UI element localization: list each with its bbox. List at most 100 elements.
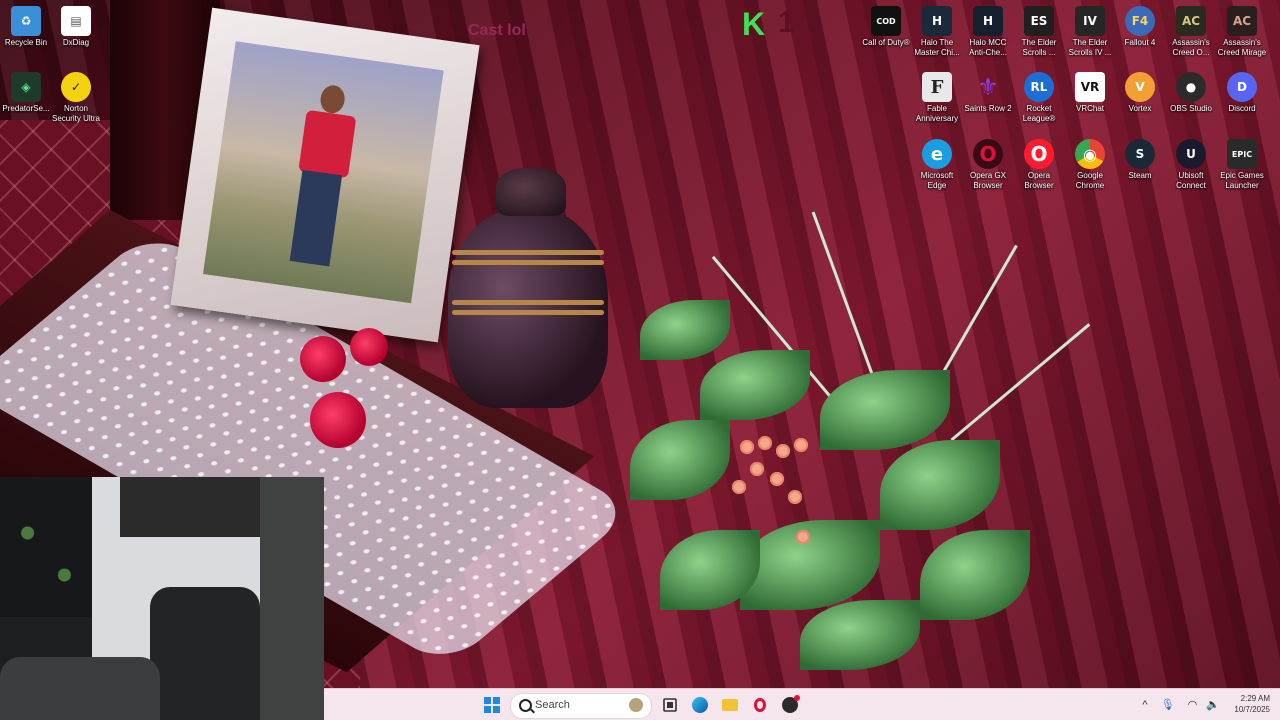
desktop-icon-label: Opera Browser	[1024, 171, 1054, 190]
plant-flower	[770, 472, 784, 486]
desktop-icon-assassins-creed-mirage[interactable]: AC Assassin's Creed Mirage	[1216, 2, 1268, 68]
desktop-icon-vortex[interactable]: V Vortex	[1114, 68, 1166, 134]
chevron-up-icon[interactable]: ^	[1142, 699, 1147, 711]
urn-band	[452, 250, 604, 255]
desktop-icon-epic-games[interactable]: EPIC Epic Games Launcher	[1216, 135, 1268, 201]
obs-taskbar-button[interactable]	[780, 695, 800, 715]
task-view-button[interactable]	[660, 695, 680, 715]
plant-flower	[758, 436, 772, 450]
plant-leaf	[630, 420, 730, 500]
desktop-icon-fallout-4[interactable]: F4 Fallout 4	[1114, 2, 1166, 68]
desktop-icon-google-chrome[interactable]: ◉ Google Chrome	[1064, 135, 1116, 201]
desktop-icon-norton[interactable]: ✓ Norton Security Ultra	[50, 68, 102, 134]
fable-icon: F	[922, 72, 952, 102]
desktop-icon-opera[interactable]: O Opera Browser	[1013, 135, 1065, 201]
desktop-icon-opera-gx[interactable]: O Opera GX Browser	[962, 135, 1014, 201]
desktop-icon-microsoft-edge[interactable]: e Microsoft Edge	[911, 135, 963, 201]
taskbar-clock[interactable]: 2:29 AM 10/7/2025	[1234, 693, 1270, 715]
desktop-icon-recycle-bin[interactable]: ♻ Recycle Bin	[0, 2, 52, 68]
desktop-icon-label: PredatorSe...	[2, 104, 50, 113]
desktop-icon-elder-scrolls[interactable]: ES The Elder Scrolls ...	[1013, 2, 1065, 68]
desktop-icon-dxdiag[interactable]: ▤ DxDiag	[50, 2, 102, 68]
clock-date: 10/7/2025	[1234, 705, 1270, 714]
plant-leaf	[700, 350, 810, 420]
desktop-icon-label: Epic Games Launcher	[1220, 171, 1264, 190]
desktop-icon-label: Assassin's Creed O...	[1172, 38, 1210, 57]
urn-band	[452, 300, 604, 305]
plant-leaf	[880, 440, 1000, 530]
desktop-icon-assassins-creed-odyssey[interactable]: AC Assassin's Creed O...	[1165, 2, 1217, 68]
start-button[interactable]	[482, 695, 502, 715]
discord-icon: D	[1227, 72, 1257, 102]
webcam-wall-hanging	[120, 477, 260, 537]
k-logo-number: 1	[778, 6, 795, 39]
plant-leaf	[920, 530, 1030, 620]
desktop-icon-label: VRChat	[1075, 104, 1104, 113]
desktop-icon-discord[interactable]: D Discord	[1216, 68, 1268, 134]
plant-flower	[732, 480, 746, 494]
photo-person-shirt	[298, 109, 357, 179]
desktop-icon-halo-mcc[interactable]: H Halo The Master Chi...	[911, 2, 963, 68]
opera-icon: O	[1024, 139, 1054, 169]
desktop-icon-halo-anticheat[interactable]: H Halo MCC Anti-Che...	[962, 2, 1014, 68]
assassins-creed-mirage-icon: AC	[1227, 6, 1257, 36]
halo-mcc-icon: H	[973, 6, 1003, 36]
recycle-bin-icon: ♻	[11, 6, 41, 36]
search-placeholder: Search	[535, 699, 570, 711]
desktop-icon-saints-row[interactable]: ⚜ Saints Row 2	[962, 68, 1014, 134]
windows-start-icon	[484, 697, 500, 713]
desktop-icon-label: OBS Studio	[1170, 104, 1212, 113]
edge-taskbar-button[interactable]	[690, 695, 710, 715]
desktop-icon-predatorsense[interactable]: ◈ PredatorSe...	[0, 68, 52, 134]
desktop-icon-oblivion[interactable]: IV The Elder Scrolls IV ...	[1064, 2, 1116, 68]
desktop-icon-rocket-league[interactable]: RL Rocket League®	[1013, 68, 1065, 134]
epic-games-icon: EPIC	[1227, 139, 1257, 169]
predator-icon: ◈	[11, 72, 41, 102]
desktop-icon-call-of-duty[interactable]: COD Call of Duty®	[860, 2, 912, 68]
desktop-icon-fable[interactable]: F Fable Anniversary	[911, 68, 963, 134]
halo-icon: H	[922, 6, 952, 36]
urn-body	[448, 208, 608, 408]
plant-leaf	[800, 600, 920, 670]
urn-band	[452, 260, 604, 265]
fallout-vault-boy-icon: F4	[1125, 6, 1155, 36]
plant-flower	[794, 438, 808, 452]
desktop-icon-label: Halo MCC Anti-Che...	[969, 38, 1007, 57]
opera-gx-icon	[754, 698, 766, 712]
plant-flower	[740, 440, 754, 454]
rocket-league-icon: RL	[1024, 72, 1054, 102]
desktop-icon-ubisoft-connect[interactable]: U Ubisoft Connect	[1165, 135, 1217, 201]
clock-time: 2:29 AM	[1240, 694, 1270, 703]
plant-leaf	[820, 370, 950, 450]
oblivion-icon: IV	[1075, 6, 1105, 36]
recording-indicator-icon	[794, 695, 800, 701]
steam-icon: S	[1125, 139, 1155, 169]
desktop-icon-label: Fallout 4	[1124, 38, 1156, 47]
volume-icon[interactable]: 🔈	[1206, 699, 1220, 711]
opera-gx-icon: O	[973, 139, 1003, 169]
wallpaper-photo	[203, 41, 444, 304]
wifi-icon[interactable]: ◠	[1188, 699, 1198, 711]
edge-icon	[692, 697, 708, 713]
desktop-icon-label: Discord	[1228, 104, 1256, 113]
taskbar-search-box[interactable]: Search	[510, 693, 652, 719]
webcam-overlay	[0, 477, 324, 720]
wallpaper-plant	[620, 200, 1091, 680]
wallpaper-rose	[350, 328, 388, 366]
desktop-icon-vrchat[interactable]: VR VRChat	[1064, 68, 1116, 134]
vrchat-icon: VR	[1075, 72, 1105, 102]
urn-lid	[496, 168, 566, 216]
desktop-icon-steam[interactable]: S Steam	[1114, 135, 1166, 201]
file-explorer-taskbar-button[interactable]	[720, 695, 740, 715]
search-icon	[519, 699, 532, 712]
task-view-icon	[663, 698, 677, 712]
desktop-icon-label: The Elder Scrolls ...	[1021, 38, 1057, 57]
desktop-icon-obs-studio[interactable]: ● OBS Studio	[1165, 68, 1217, 134]
opera-gx-taskbar-button[interactable]	[750, 695, 770, 715]
plant-leaf	[740, 520, 880, 610]
wallpaper-rose	[300, 336, 346, 382]
plant-flower	[788, 490, 802, 504]
obs-icon	[782, 695, 800, 713]
plant-blade	[950, 323, 1091, 442]
microphone-icon[interactable]: 🎙	[1161, 699, 1175, 711]
